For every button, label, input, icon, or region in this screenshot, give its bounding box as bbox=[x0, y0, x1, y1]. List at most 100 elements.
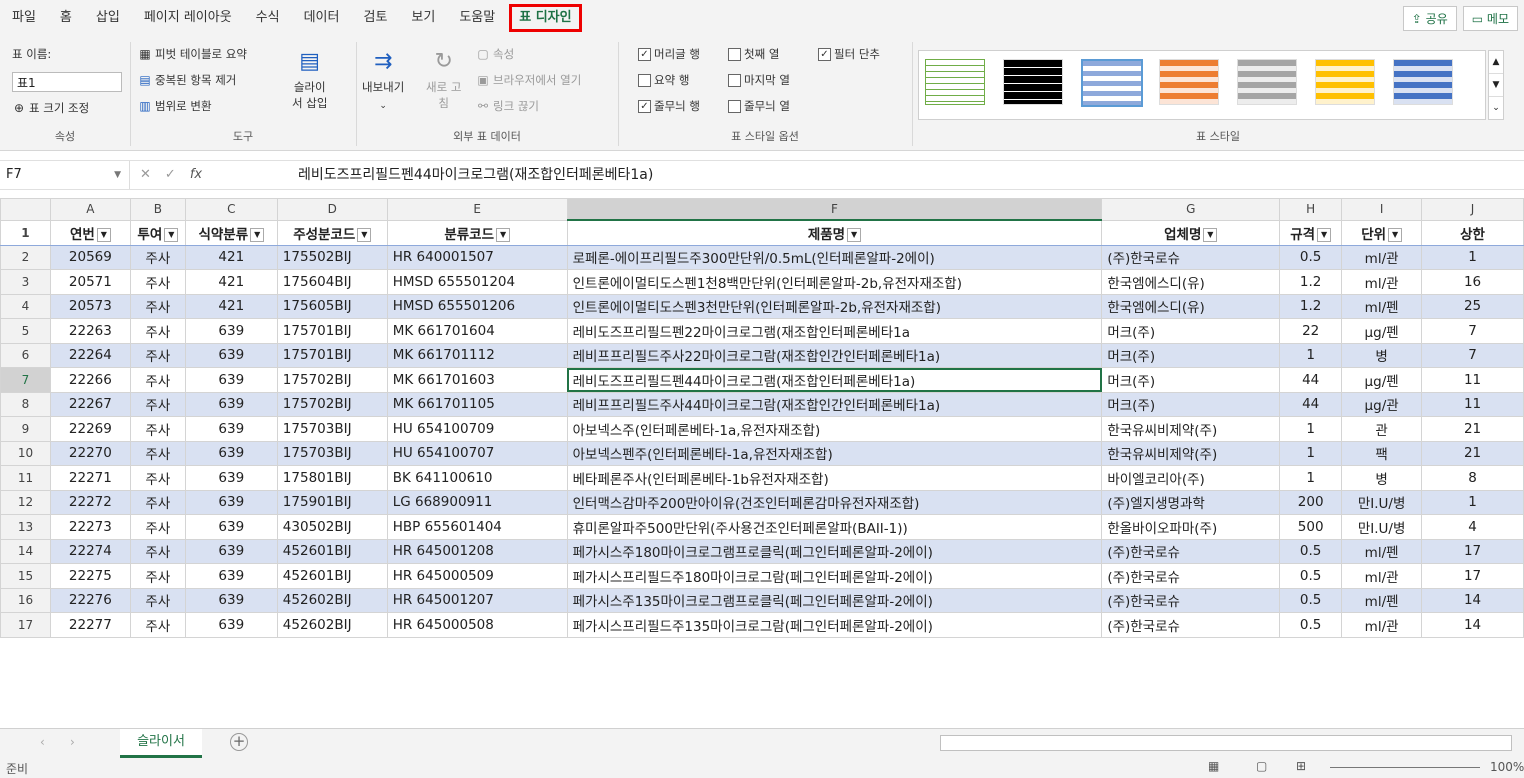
function-icon[interactable]: fx bbox=[190, 161, 202, 189]
table-cell[interactable]: 452601BIJ bbox=[276, 563, 388, 589]
table-cell[interactable]: 주사 bbox=[129, 244, 186, 270]
table-cell[interactable]: 주사 bbox=[129, 342, 186, 368]
table-cell[interactable]: 639 bbox=[184, 514, 278, 540]
table-cell[interactable]: 0.5 bbox=[1279, 563, 1343, 589]
table-cell[interactable]: 주사 bbox=[129, 612, 186, 638]
menu-tab[interactable]: 검토 bbox=[351, 0, 399, 36]
table-cell[interactable]: 22271 bbox=[49, 465, 131, 491]
table-cell[interactable]: 17 bbox=[1421, 538, 1524, 564]
column-header[interactable]: H bbox=[1279, 198, 1343, 221]
name-box[interactable]: F7 ▼ bbox=[0, 161, 130, 189]
open-in-browser-button[interactable]: ▣ 브라우저에서 열기 bbox=[476, 72, 581, 88]
table-header-cell[interactable]: 투여 ▼ bbox=[129, 219, 186, 246]
menu-tab[interactable]: 삽입 bbox=[84, 0, 132, 36]
table-cell[interactable]: 휴미론알파주500만단위(주사용건조인터페론알파(BAII-1)) bbox=[566, 514, 1103, 540]
table-cell[interactable]: 21 bbox=[1421, 440, 1524, 466]
first-column-checkbox[interactable]: 첫째 열 bbox=[728, 46, 779, 62]
style-gallery-scroll[interactable]: ▲ ▼ ⌄ bbox=[1488, 50, 1504, 120]
table-cell[interactable]: 한국유씨비제약(주) bbox=[1101, 440, 1281, 466]
filter-dropdown-icon[interactable]: ▼ bbox=[1317, 227, 1332, 242]
horizontal-scrollbar[interactable] bbox=[940, 735, 1512, 751]
row-header[interactable]: 11 bbox=[0, 465, 51, 491]
table-cell[interactable]: 421 bbox=[184, 244, 278, 270]
table-cell[interactable]: 639 bbox=[184, 391, 278, 417]
table-cell[interactable]: 22273 bbox=[49, 514, 131, 540]
column-header[interactable]: C bbox=[184, 198, 278, 221]
table-cell[interactable]: 639 bbox=[184, 465, 278, 491]
table-cell[interactable]: 아보넥스주(인터페론베타-1a,유전자재조합) bbox=[566, 416, 1103, 442]
table-cell[interactable]: 16 bbox=[1421, 269, 1524, 295]
table-cell[interactable]: (주)한국로슈 bbox=[1101, 612, 1281, 638]
row-header[interactable]: 12 bbox=[0, 489, 51, 515]
column-header[interactable]: A bbox=[49, 198, 131, 221]
table-cell[interactable]: 주사 bbox=[129, 465, 186, 491]
menu-tab[interactable]: 도움말 bbox=[447, 0, 507, 36]
chevron-down-icon[interactable]: ▼ bbox=[114, 161, 121, 189]
table-cell[interactable]: 22276 bbox=[49, 587, 131, 613]
table-cell[interactable]: 주사 bbox=[129, 514, 186, 540]
table-style-swatch[interactable] bbox=[1315, 59, 1375, 105]
row-header[interactable]: 6 bbox=[0, 342, 51, 368]
table-cell[interactable]: 레비도즈프리필드펜44마이크로그램(재조합인터페론베타1a) bbox=[566, 367, 1103, 393]
filter-dropdown-icon[interactable]: ▼ bbox=[496, 227, 511, 242]
table-cell[interactable]: 175701BIJ bbox=[276, 342, 388, 368]
table-cell[interactable]: 주사 bbox=[129, 318, 186, 344]
table-header-cell[interactable]: 제품명 ▼ bbox=[566, 219, 1103, 246]
table-cell[interactable]: HBP 655601404 bbox=[386, 514, 568, 540]
table-cell[interactable]: ml/펜 bbox=[1341, 293, 1423, 319]
table-cell[interactable]: 주사 bbox=[129, 269, 186, 295]
table-cell[interactable]: 44 bbox=[1279, 367, 1343, 393]
table-cell[interactable]: 주사 bbox=[129, 391, 186, 417]
table-cell[interactable]: 639 bbox=[184, 587, 278, 613]
table-cell[interactable]: 머크(주) bbox=[1101, 342, 1281, 368]
formula-input[interactable]: 레비도즈프리필드펜44마이크로그램(재조합인터페론베타1a) bbox=[298, 161, 653, 189]
row-header[interactable]: 13 bbox=[0, 514, 51, 540]
table-cell[interactable]: μg/펜 bbox=[1341, 318, 1423, 344]
column-header[interactable]: D bbox=[276, 198, 388, 221]
table-cell[interactable]: 11 bbox=[1421, 367, 1524, 393]
column-header[interactable]: I bbox=[1341, 198, 1423, 221]
share-button[interactable]: ⇪ 공유 bbox=[1402, 5, 1457, 31]
table-cell[interactable]: 14 bbox=[1421, 587, 1524, 613]
table-cell[interactable]: 아보넥스펜주(인터페론베타-1a,유전자재조합) bbox=[566, 440, 1103, 466]
table-cell[interactable]: 22269 bbox=[49, 416, 131, 442]
table-cell[interactable]: 430502BIJ bbox=[276, 514, 388, 540]
table-cell[interactable]: 17 bbox=[1421, 563, 1524, 589]
table-cell[interactable]: 175502BIJ bbox=[276, 244, 388, 270]
table-style-swatch[interactable] bbox=[1003, 59, 1063, 105]
table-cell[interactable]: 주사 bbox=[129, 563, 186, 589]
table-cell[interactable]: 21 bbox=[1421, 416, 1524, 442]
cancel-icon[interactable]: ✕ bbox=[140, 161, 151, 189]
table-cell[interactable]: 175702BIJ bbox=[276, 391, 388, 417]
refresh-button[interactable]: ↻ 새로 고 침 bbox=[426, 48, 461, 111]
table-cell[interactable]: 22272 bbox=[49, 489, 131, 515]
column-header[interactable]: J bbox=[1421, 198, 1524, 221]
row-header[interactable]: 17 bbox=[0, 612, 51, 638]
filter-dropdown-icon[interactable]: ▼ bbox=[1203, 227, 1218, 242]
table-cell[interactable]: 175702BIJ bbox=[276, 367, 388, 393]
table-cell[interactable]: HU 654100709 bbox=[386, 416, 568, 442]
table-cell[interactable]: (주)한국로슈 bbox=[1101, 244, 1281, 270]
filter-dropdown-icon[interactable]: ▼ bbox=[250, 227, 265, 242]
add-sheet-button[interactable]: + bbox=[230, 733, 248, 751]
table-cell[interactable]: 175703BIJ bbox=[276, 416, 388, 442]
table-cell[interactable]: 1.2 bbox=[1279, 293, 1343, 319]
filter-dropdown-icon[interactable]: ▼ bbox=[1388, 227, 1403, 242]
table-cell[interactable]: 452601BIJ bbox=[276, 538, 388, 564]
table-header-cell[interactable]: 상한 bbox=[1421, 219, 1524, 246]
table-cell[interactable]: 1 bbox=[1279, 416, 1343, 442]
menu-tab[interactable]: 홈 bbox=[48, 0, 84, 36]
table-cell[interactable]: 175701BIJ bbox=[276, 318, 388, 344]
unlink-button[interactable]: ⚯ 링크 끊기 bbox=[476, 98, 539, 114]
sheet-tab[interactable]: 슬라이서 bbox=[120, 729, 202, 758]
table-cell[interactable]: HR 640001507 bbox=[386, 244, 568, 270]
prev-sheet-icon[interactable]: ‹ bbox=[40, 735, 45, 749]
table-cell[interactable]: 만I.U/병 bbox=[1341, 489, 1423, 515]
table-cell[interactable]: 200 bbox=[1279, 489, 1343, 515]
table-cell[interactable]: 페가시스프리필드주135마이크로그람(페그인터페론알파-2에이) bbox=[566, 612, 1103, 638]
table-cell[interactable]: 421 bbox=[184, 293, 278, 319]
pivot-summary-button[interactable]: ▦ 피벗 테이블로 요약 bbox=[138, 46, 247, 62]
table-style-swatch[interactable] bbox=[1159, 59, 1219, 105]
table-cell[interactable]: 639 bbox=[184, 563, 278, 589]
select-all-corner[interactable] bbox=[0, 198, 51, 221]
